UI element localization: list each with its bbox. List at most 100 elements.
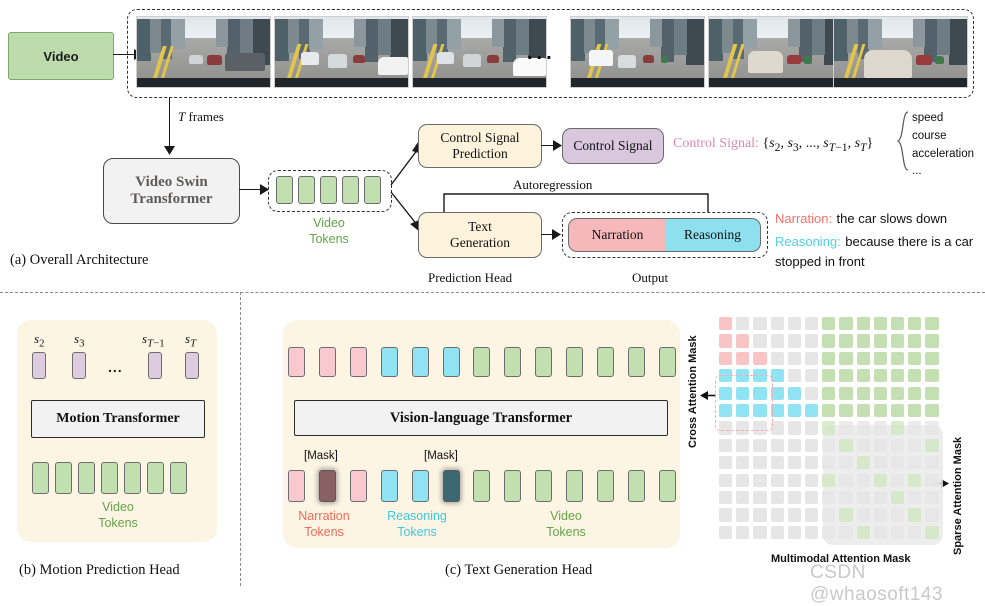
attention-mask-cell (925, 438, 939, 452)
t-frames-rest: frames (185, 109, 224, 124)
reasoning-token (380, 347, 398, 377)
cross-attention-mask-label: Cross Attention Mask (687, 335, 699, 448)
attention-mask-cell (925, 456, 939, 470)
text-gen-line2: Generation (450, 235, 510, 250)
video-token (32, 462, 49, 494)
narration-tokens-label: Narration Tokens (288, 509, 360, 540)
reasoning-token (411, 347, 429, 377)
t-frames-label: T frames (178, 109, 224, 125)
attention-mask-cell (736, 508, 750, 522)
attention-mask-cell (873, 404, 887, 418)
attention-mask-cell (787, 369, 801, 383)
panel-c-video-tokens-label: Video Tokens (530, 509, 602, 540)
attention-mask-cell (805, 404, 819, 418)
attention-mask-cell (787, 508, 801, 522)
reasoning-tokens-line2: Tokens (397, 524, 437, 539)
narration-token (349, 470, 367, 502)
narration-reasoning-text: Narration: the car slows down Reasoning:… (775, 208, 985, 272)
signal-tokens-ellipsis: ... (108, 359, 123, 375)
attention-mask-cell (805, 525, 819, 539)
control-pred-line1: Control Signal (440, 130, 520, 146)
prediction-head-label: Prediction Head (428, 270, 513, 285)
attention-mask-cell (908, 386, 922, 400)
narration-token (318, 347, 336, 377)
text-generation-box: Text Generation (418, 212, 542, 258)
attention-mask-cell (873, 508, 887, 522)
attention-mask-cell (908, 438, 922, 452)
attention-mask-cell (873, 456, 887, 470)
cross-attention-highlight (715, 375, 773, 431)
attention-mask-cell (822, 508, 836, 522)
reasoning-tokens-line1: Reasoning (387, 509, 447, 523)
attention-mask-cell (736, 438, 750, 452)
attention-mask-cell (925, 351, 939, 365)
reasoning-tokens-label: Reasoning Tokens (381, 509, 453, 540)
attention-mask-cell (719, 456, 733, 470)
control-signal-annotation: Control Signal: {s2, s3, ..., sT−1, sT} (673, 136, 873, 154)
attention-mask-cell (839, 525, 853, 539)
attention-mask-cell (787, 456, 801, 470)
attention-mask-cell (873, 491, 887, 505)
video-token (504, 470, 522, 502)
video-tokens-row (276, 176, 382, 204)
attention-mask-cell (908, 351, 922, 365)
attention-mask-cell (891, 491, 905, 505)
attention-mask-cell (805, 438, 819, 452)
attention-mask-cell (839, 334, 853, 348)
narration-output-box: Narration (568, 218, 667, 252)
attention-mask-cell (822, 473, 836, 487)
control-signal-items: speed course acceleration ... (912, 110, 974, 181)
attention-mask-cell (736, 456, 750, 470)
output-label: Output (632, 270, 669, 285)
video-token (597, 347, 615, 377)
attention-mask-cell (787, 438, 801, 452)
attention-mask-cell (736, 334, 750, 348)
video-token (504, 347, 522, 377)
panel-b-video-tokens-line1: Video (102, 500, 134, 514)
video-token (101, 462, 118, 494)
attention-mask-cell (891, 421, 905, 435)
attention-mask-cell (770, 317, 784, 331)
text-gen-line1: Text (468, 219, 492, 235)
attention-mask-cell (805, 491, 819, 505)
attention-mask-cell (839, 421, 853, 435)
attention-mask-cell (822, 438, 836, 452)
attention-mask-cell (908, 473, 922, 487)
attention-mask-cell (787, 491, 801, 505)
attention-mask-cell (736, 317, 750, 331)
signal-label: sT (185, 331, 197, 350)
attention-mask-cell (925, 404, 939, 418)
attention-mask-cell (805, 334, 819, 348)
attention-mask-cell (787, 473, 801, 487)
attention-mask-cell (839, 456, 853, 470)
attention-mask-cell (805, 317, 819, 331)
attention-mask-cell (925, 491, 939, 505)
attention-mask-cell (753, 491, 767, 505)
attention-mask-cell (891, 369, 905, 383)
attention-mask-cell (891, 438, 905, 452)
signal-token (72, 352, 86, 379)
video-token (627, 347, 645, 377)
attention-mask-cell (770, 438, 784, 452)
vertical-divider (240, 292, 241, 586)
attention-mask-cell (805, 508, 819, 522)
attention-mask-cell (908, 404, 922, 418)
attention-mask-cell (925, 421, 939, 435)
video-token (658, 347, 676, 377)
attention-mask-cell (839, 386, 853, 400)
signal-token (185, 352, 199, 379)
video-frame (136, 16, 271, 88)
video-token (298, 176, 315, 204)
narration-mask-token (318, 470, 336, 502)
attention-mask-cell (770, 473, 784, 487)
reasoning-key: Reasoning: (775, 233, 841, 249)
attention-mask-cell (719, 317, 733, 331)
attention-mask-cell (822, 491, 836, 505)
narration-token (288, 347, 305, 377)
video-token (170, 462, 187, 494)
attention-mask-cell (908, 317, 922, 331)
attention-mask-cell (736, 525, 750, 539)
attention-mask-cell (925, 473, 939, 487)
attention-mask-cell (753, 438, 767, 452)
reasoning-value-line1: because there is a car (845, 233, 974, 249)
